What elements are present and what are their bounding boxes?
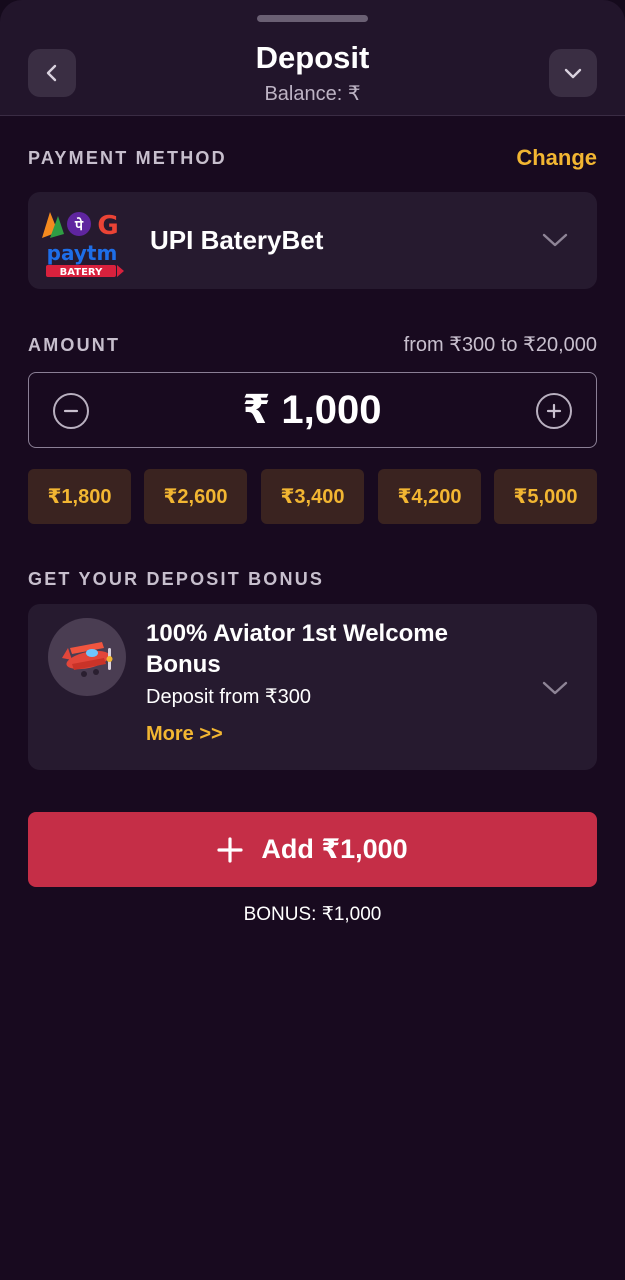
preset-chip[interactable]: ₹2,600 <box>144 469 247 524</box>
add-funds-label: Add ₹1,000 <box>261 834 408 864</box>
page-title: Deposit <box>255 40 370 75</box>
phonepe-glyph: पे <box>74 217 84 234</box>
preset-chip[interactable]: ₹4,200 <box>378 469 481 524</box>
plus-icon <box>217 836 243 863</box>
payment-method-label: PAYMENT METHOD <box>28 148 227 168</box>
payment-method-name: UPI BateryBet <box>150 225 324 255</box>
increase-amount-button[interactable] <box>536 393 572 429</box>
header: Deposit Balance: ₹ <box>0 0 625 116</box>
balance-text: Balance: ₹ <box>264 83 361 105</box>
upi-logo: पे G paytm BATERY <box>42 211 124 278</box>
payment-method-select[interactable]: पे G paytm BATERY UPI BateryBet <box>28 192 597 289</box>
preset-chip[interactable]: ₹3,400 <box>261 469 364 524</box>
change-method-link[interactable]: Change <box>516 145 597 171</box>
bonus-subtitle: Deposit from ₹300 <box>146 686 312 708</box>
chevron-down-icon <box>542 233 568 247</box>
amount-presets: ₹1,800 ₹2,600 ₹3,400 ₹4,200 ₹5,000 <box>28 469 597 524</box>
bonus-amount-note: BONUS: ₹1,000 <box>243 904 382 925</box>
amount-label: AMOUNT <box>28 335 121 355</box>
collapse-button[interactable] <box>549 49 597 97</box>
deposit-sheet: Deposit Balance: ₹ PAYMENT METHOD Change… <box>0 0 625 1280</box>
preset-chip[interactable]: ₹5,000 <box>494 469 597 524</box>
paytm-text: paytm <box>47 241 118 265</box>
amount-value[interactable]: ₹ 1,000 <box>29 387 595 433</box>
drag-handle[interactable] <box>257 15 368 22</box>
bonus-select[interactable]: 100% Aviator 1st Welcome Bonus Deposit f… <box>28 604 597 770</box>
deposit-bonus-label: GET YOUR DEPOSIT BONUS <box>28 569 325 589</box>
bonus-more-link[interactable]: More >> <box>146 723 223 746</box>
bonus-avatar <box>48 618 126 696</box>
chevron-down-icon <box>542 681 568 695</box>
amount-input[interactable]: ₹ 1,000 <box>28 372 597 448</box>
google-glyph: G <box>97 211 118 241</box>
bonus-title: 100% Aviator 1st Welcome Bonus <box>146 620 448 678</box>
preset-chip[interactable]: ₹1,800 <box>28 469 131 524</box>
add-funds-button[interactable]: Add ₹1,000 <box>28 812 597 887</box>
amount-range: from ₹300 to ₹20,000 <box>403 334 597 356</box>
airplane-icon <box>62 642 113 677</box>
chevron-down-icon <box>564 68 582 79</box>
batery-text: BATERY <box>60 267 103 278</box>
plus-icon <box>546 403 562 419</box>
